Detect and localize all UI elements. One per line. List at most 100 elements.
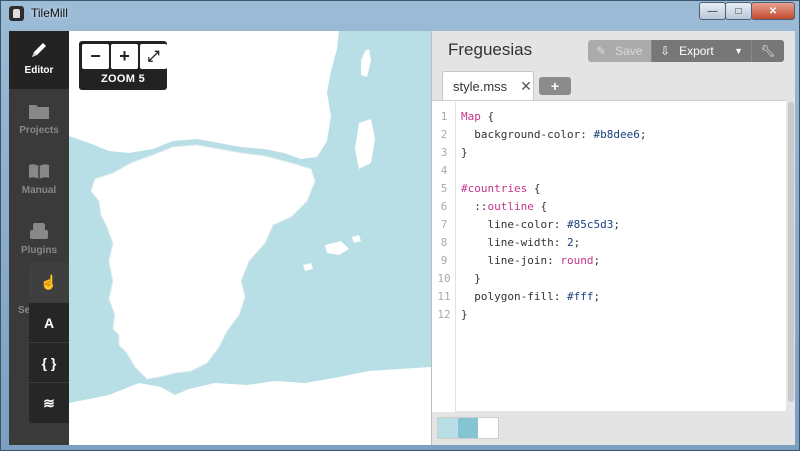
zoom-control: − + ⤢ ZOOM 5 [79, 41, 167, 90]
zoom-in-button[interactable]: + [111, 44, 138, 69]
layers-button[interactable]: ≋ [29, 383, 69, 423]
code-editor[interactable]: 1 Map {2 background-color: #b8dee6; 3} 4 5 #c… [432, 100, 786, 412]
braces-icon: { } [41, 354, 57, 371]
line-number: 1 [440, 110, 448, 123]
zoom-buttons: − + ⤢ [82, 44, 169, 69]
editor-scrollbar[interactable] [786, 100, 795, 411]
code-token: { [533, 200, 548, 213]
code-token: polygon-fill: [461, 290, 567, 303]
code-token: 2 [566, 236, 574, 249]
title-bar[interactable]: TileMill — □ ✕ [1, 1, 800, 27]
pencil-icon: ✎ [596, 44, 607, 58]
pencil-icon [32, 43, 46, 57]
fonts-tool-button[interactable]: A [29, 303, 69, 343]
color-swatch[interactable] [438, 418, 458, 438]
project-title: Freguesias [448, 40, 533, 59]
editor-panel: Freguesias ✎ Save ⇩ Export ▼ 🔧︎ style.ms… [431, 31, 795, 445]
download-icon: ⇩ [660, 44, 671, 58]
close-button[interactable]: ✕ [751, 2, 795, 20]
color-swatch[interactable] [458, 418, 478, 438]
code-token: background-color: [461, 128, 594, 141]
code-line: line-color: #85c5d3; [461, 216, 620, 234]
window-controls: — □ ✕ [699, 2, 795, 20]
line-number: 10 [437, 272, 451, 285]
app-client-area: Editor Projects Manual Plugins Se − + ⤢ … [9, 31, 795, 445]
app-window: TileMill — □ ✕ Editor Projects Manual Pl… [0, 0, 800, 451]
plugin-icon [30, 223, 48, 239]
nav-manual[interactable]: Manual [9, 151, 69, 209]
code-token: line-width: [461, 236, 567, 249]
code-token: line-join: [461, 254, 561, 267]
tab-style-mss[interactable]: style.mss ✕ [442, 71, 534, 100]
map-view[interactable]: − + ⤢ ZOOM 5 [69, 31, 431, 445]
code-line: background-color: #b8dee6; [461, 126, 646, 144]
project-settings-button[interactable]: 🔧︎ [752, 40, 784, 62]
code-line: polygon-fill: #fff; [461, 288, 600, 306]
line-number: 8 [440, 236, 448, 249]
code-line: #countries { [461, 180, 540, 198]
line-number: 9 [440, 254, 448, 267]
pointer-tool-button[interactable]: ☝ [29, 263, 69, 303]
code-line: } [461, 306, 468, 324]
nav-projects-label: Projects [19, 125, 59, 136]
map-canvas [69, 31, 431, 445]
code-token: outline [487, 200, 534, 213]
code-token: ; [593, 290, 601, 303]
land-corsica [361, 49, 371, 77]
land-menorca [352, 235, 361, 243]
nav-plugins-label: Plugins [20, 245, 58, 256]
line-number: 3 [440, 146, 448, 159]
stylesheet-tabs: style.mss ✕ + [442, 71, 571, 100]
code-token: round [560, 254, 594, 267]
map-tools-drawer: ☝ A { } ≋ [29, 263, 69, 423]
color-swatch[interactable] [478, 418, 498, 438]
code-token: ; [639, 128, 647, 141]
code-token: Map [461, 110, 481, 123]
tab-label: style.mss [453, 78, 508, 94]
line-number: 5 [440, 182, 448, 195]
code-token: ; [573, 236, 581, 249]
code-token: } [461, 146, 468, 159]
fullscreen-button[interactable]: ⤢ [140, 44, 167, 69]
code-token: { [480, 110, 495, 123]
nav-projects[interactable]: Projects [9, 91, 69, 149]
save-button[interactable]: ✎ Save [588, 40, 652, 62]
nav-editor-label: Editor [24, 65, 54, 76]
close-tab-icon[interactable]: ✕ [520, 78, 532, 95]
add-stylesheet-button[interactable]: + [539, 77, 571, 95]
zoom-level-label: ZOOM 5 [101, 73, 145, 85]
land-mallorca [325, 241, 349, 255]
nav-editor[interactable]: Editor [9, 31, 69, 89]
export-label: Export [679, 44, 714, 58]
code-line: ::outline { [461, 198, 547, 216]
code-line: } [461, 270, 481, 288]
maximize-button[interactable]: □ [725, 2, 752, 20]
code-line: Map { [461, 108, 494, 126]
export-button[interactable]: ⇩ Export ▼ [652, 40, 752, 62]
line-number: 2 [440, 128, 448, 141]
code-token: #b8dee6 [593, 128, 640, 141]
code-token: #fff [566, 290, 594, 303]
code-token: :: [461, 200, 488, 213]
code-token: ; [593, 254, 601, 267]
land-iberia [90, 144, 316, 380]
nav-plugins[interactable]: Plugins [9, 211, 69, 269]
code-line: } [461, 144, 468, 162]
chevron-down-icon: ▼ [734, 46, 743, 56]
save-label: Save [615, 44, 643, 58]
carto-reference-button[interactable]: { } [29, 343, 69, 383]
minimize-button[interactable]: — [699, 2, 726, 20]
nav-manual-label: Manual [21, 185, 57, 196]
code-token: line-color: [461, 218, 567, 231]
line-number: 7 [440, 218, 448, 231]
code-token: } [461, 272, 481, 285]
code-line: line-join: round; [461, 252, 600, 270]
line-number: 4 [440, 164, 448, 177]
line-number: 6 [440, 200, 448, 213]
zoom-out-button[interactable]: − [82, 44, 109, 69]
land-sardinia [355, 119, 375, 169]
code-token: #countries [461, 182, 528, 195]
hand-pointer-icon: ☝ [40, 274, 58, 290]
line-number: 12 [437, 308, 451, 321]
code-token: ; [613, 218, 620, 231]
